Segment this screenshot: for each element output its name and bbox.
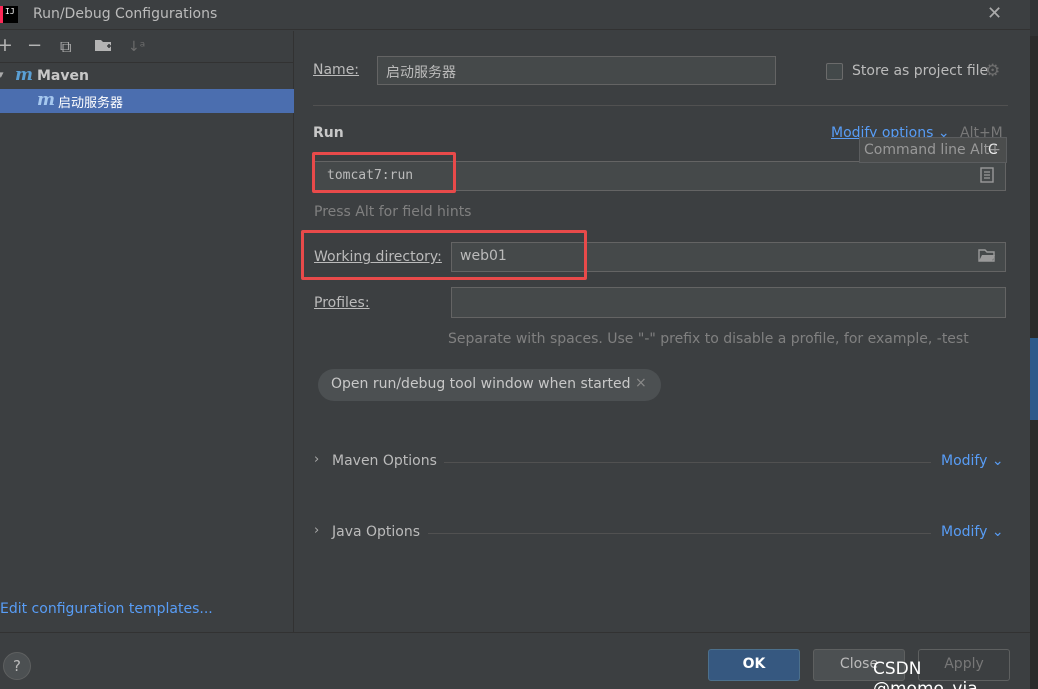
configurations-sidebar: + − ⧉ ↓ᵃ ▾ m Maven m 启动服务器 Edit configur… (0, 31, 294, 632)
section-label: Maven Options (332, 453, 437, 469)
modify-link[interactable]: Modify ⌄ (941, 524, 1004, 540)
tooltip-key: C (988, 142, 998, 158)
dialog-footer: ? OK Close Apply CSDN @momo_via (0, 632, 1030, 689)
sort-icon[interactable]: ↓ᵃ (128, 37, 145, 57)
help-button[interactable]: ? (3, 652, 31, 680)
maven-icon: m (37, 90, 55, 110)
profiles-hint: Separate with spaces. Use "-" prefix to … (448, 331, 969, 347)
copy-icon[interactable]: ⧉ (60, 37, 71, 57)
store-as-project-file-label[interactable]: Store as project file (852, 63, 988, 79)
modify-link[interactable]: Modify ⌄ (941, 453, 1004, 469)
run-heading: Run (313, 125, 344, 141)
name-field[interactable]: 启动服务器 (377, 56, 776, 85)
window-title: Run/Debug Configurations (33, 6, 218, 22)
name-field-value: 启动服务器 (386, 65, 456, 81)
title-bar: IJ Run/Debug Configurations ✕ (0, 0, 1030, 30)
gear-icon[interactable]: ⚙ (985, 61, 1000, 81)
profiles-label: Profiles: (314, 295, 370, 311)
close-icon[interactable]: ✕ (987, 3, 1002, 24)
section-label: Java Options (332, 524, 421, 540)
field-hint: Press Alt for field hints (314, 204, 472, 220)
edit-templates-link[interactable]: Edit configuration templates... (0, 601, 213, 617)
section-maven-options[interactable]: › Maven Options Modify ⌄ (314, 451, 1006, 473)
option-chip-open-tool-window[interactable]: Open run/debug tool window when started … (318, 369, 661, 401)
highlight-box-working-directory (301, 230, 587, 280)
tree-item-selected[interactable]: m 启动服务器 (0, 89, 294, 113)
tree-group-maven[interactable]: ▾ m Maven (0, 65, 294, 87)
tooltip: Command line Alt+ C (859, 137, 1007, 163)
name-label: Name: (313, 62, 360, 78)
remove-icon[interactable]: − (27, 36, 42, 56)
folder-icon[interactable] (978, 248, 996, 267)
tree-item-label: 启动服务器 (58, 96, 124, 111)
chevron-right-icon[interactable]: › (314, 523, 319, 538)
tree-group-label: Maven (37, 68, 89, 84)
chip-close-icon[interactable]: × (635, 375, 647, 391)
intellij-app-icon: IJ (0, 6, 18, 23)
document-icon[interactable] (980, 167, 994, 187)
sidebar-toolbar: + − ⧉ ↓ᵃ (0, 31, 294, 63)
maven-icon: m (15, 65, 33, 85)
new-folder-icon[interactable] (94, 37, 112, 58)
configuration-editor: Name: 启动服务器 Store as project file ⚙ Run … (295, 31, 1030, 632)
store-as-project-file-checkbox[interactable] (826, 63, 843, 80)
chevron-right-icon[interactable]: › (314, 452, 319, 467)
background-ide-strip (1030, 0, 1038, 689)
ok-button[interactable]: OK (708, 649, 800, 681)
highlight-box-command (312, 152, 456, 193)
chip-label: Open run/debug tool window when started (331, 376, 631, 392)
tooltip-text: Command line Alt+ (864, 142, 1001, 158)
watermark: CSDN @momo_via (873, 659, 978, 689)
divider (313, 105, 1008, 106)
profiles-field[interactable] (451, 287, 1006, 318)
section-java-options[interactable]: › Java Options Modify ⌄ (314, 522, 1006, 544)
expand-arrow-icon[interactable]: ▾ (0, 68, 4, 81)
add-icon[interactable]: + (0, 35, 13, 55)
